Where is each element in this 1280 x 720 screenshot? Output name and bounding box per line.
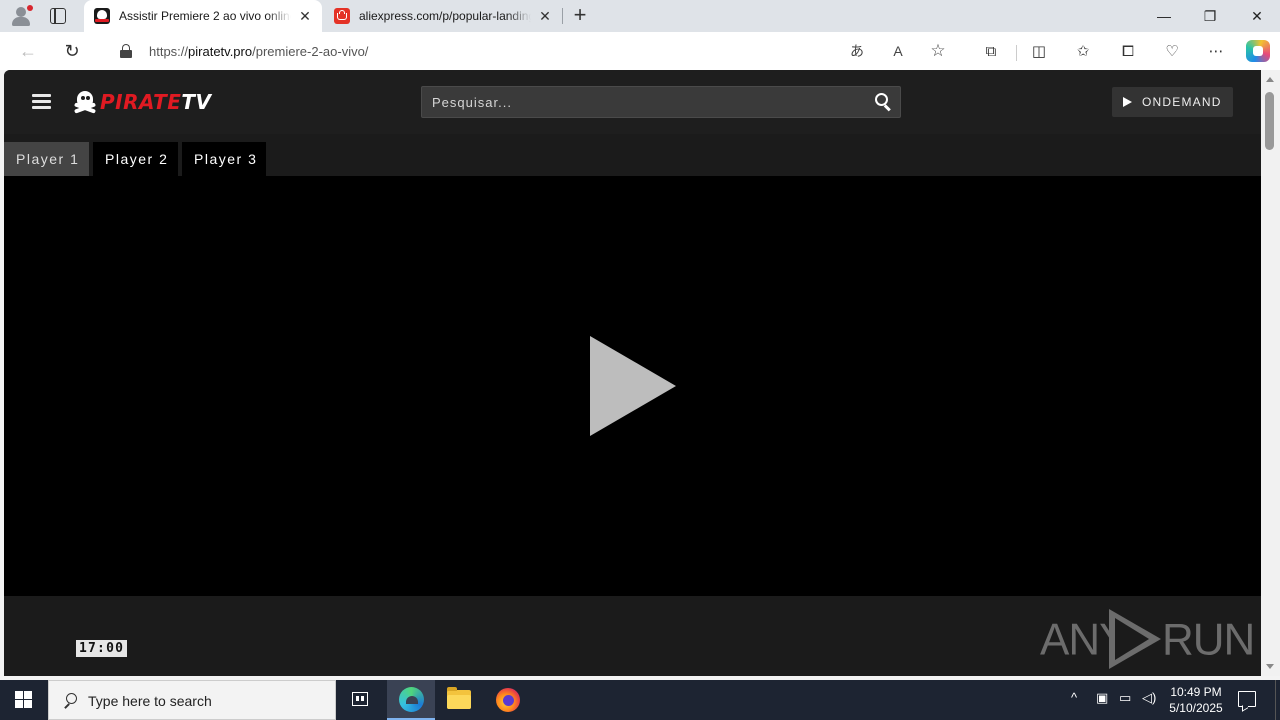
- tab-title: Assistir Premiere 2 ao vivo online: [119, 9, 291, 23]
- ondemand-button[interactable]: ONDEMAND: [1112, 87, 1233, 117]
- volume-icon[interactable]: ◁): [1142, 690, 1156, 706]
- url-scheme: https://: [149, 44, 189, 59]
- window-close-icon[interactable]: ✕: [1234, 0, 1280, 32]
- address-url[interactable]: https://piratetv.pro/premiere-2-ao-vivo/: [149, 44, 368, 59]
- taskbar-edge[interactable]: [387, 680, 435, 720]
- logo-text: PIRATETV: [100, 90, 212, 114]
- ondemand-label: ONDEMAND: [1142, 95, 1222, 109]
- taskbar-firefox[interactable]: [484, 680, 532, 720]
- watermark-run: RUN: [1162, 614, 1255, 665]
- favorite-star-icon[interactable]: ☆: [928, 41, 948, 61]
- profile-avatar-icon[interactable]: [10, 5, 33, 27]
- windows-taskbar: Type here to search ^ ▣ ▭ ◁) 10:49 PM 5/…: [0, 680, 1280, 720]
- restore-icon[interactable]: ❐: [1187, 0, 1233, 32]
- new-tab-icon[interactable]: +: [570, 4, 590, 27]
- logo-text-pirate: PIRATE: [100, 90, 182, 114]
- url-path: /premiere-2-ao-vivo/: [252, 44, 369, 59]
- minimize-icon[interactable]: —: [1141, 0, 1187, 32]
- windows-start-icon[interactable]: [0, 680, 48, 720]
- tab-actions-icon[interactable]: [50, 8, 66, 24]
- tab-title: aliexpress.com/p/popular-landing: [359, 9, 531, 23]
- clock-date: 5/10/2025: [1169, 701, 1223, 715]
- browser-toolbar: ← ↻ https://piratetv.pro/premiere-2-ao-v…: [0, 32, 1280, 70]
- tab-close-icon[interactable]: ✕: [536, 7, 554, 25]
- scroll-up-icon[interactable]: [1266, 77, 1274, 82]
- task-view-icon: [352, 692, 368, 706]
- collections-icon[interactable]: ⧠: [1117, 41, 1139, 63]
- task-view-button[interactable]: [336, 680, 384, 720]
- browser-tab-strip: Assistir Premiere 2 ao vivo online ✕ ali…: [0, 0, 1280, 32]
- site-search: [421, 86, 901, 118]
- menu-icon[interactable]: [32, 94, 51, 109]
- web-page: PIRATETV ONDEMAND Player 1 Player 2 Play…: [4, 70, 1261, 676]
- piratetv-favicon-icon: [94, 8, 110, 24]
- read-aloud-icon[interactable]: A: [888, 41, 908, 61]
- page-scrollbar[interactable]: [1261, 70, 1280, 676]
- edge-icon: [399, 687, 424, 712]
- extensions-icon[interactable]: ⧉: [980, 41, 1002, 63]
- video-footer: 17:00 ANY RUN: [4, 596, 1261, 676]
- tab-close-icon[interactable]: ✕: [296, 7, 314, 25]
- site-header: PIRATETV ONDEMAND: [4, 70, 1261, 134]
- anyrun-watermark-logo: ANY RUN: [1038, 609, 1255, 669]
- tab-aliexpress[interactable]: aliexpress.com/p/popular-landing ✕: [324, 0, 562, 32]
- firefox-icon: [496, 688, 520, 712]
- lock-icon[interactable]: [120, 44, 132, 58]
- device-icon[interactable]: ▣: [1096, 690, 1108, 706]
- split-screen-icon[interactable]: ◫: [1028, 41, 1050, 63]
- notifications-icon[interactable]: [1238, 691, 1256, 707]
- play-icon: [1123, 97, 1132, 107]
- video-time-badge: 17:00: [76, 640, 128, 657]
- skull-icon: [73, 90, 97, 114]
- folder-icon: [447, 687, 471, 709]
- taskbar-file-explorer[interactable]: [435, 680, 483, 720]
- video-player[interactable]: [4, 176, 1261, 596]
- scrollbar-thumb[interactable]: [1265, 92, 1274, 150]
- tab-piratetv[interactable]: Assistir Premiere 2 ao vivo online ✕: [84, 0, 322, 32]
- aliexpress-favicon-icon: [334, 8, 350, 24]
- play-button-icon[interactable]: [590, 336, 676, 436]
- translate-icon[interactable]: あ: [847, 41, 867, 61]
- show-desktop-button[interactable]: [1275, 680, 1276, 720]
- copilot-icon[interactable]: [1246, 40, 1270, 62]
- anyrun-play-icon: [1109, 609, 1161, 669]
- refresh-icon[interactable]: ↻: [59, 38, 85, 64]
- scroll-down-icon[interactable]: [1266, 664, 1274, 669]
- search-icon[interactable]: [875, 93, 893, 112]
- network-icon[interactable]: ▭: [1119, 690, 1131, 706]
- address-bar[interactable]: https://piratetv.pro/premiere-2-ao-vivo/…: [102, 36, 962, 66]
- url-host: piratetv.pro: [188, 44, 253, 59]
- performance-icon[interactable]: ♡: [1161, 41, 1183, 63]
- taskbar-search[interactable]: Type here to search: [48, 680, 336, 720]
- more-icon[interactable]: ⋯: [1205, 41, 1227, 63]
- clock-time: 10:49 PM: [1170, 685, 1222, 699]
- search-icon: [63, 693, 77, 709]
- tab-separator: [562, 8, 563, 24]
- tab-player-2[interactable]: Player 2: [93, 142, 178, 176]
- back-arrow-icon[interactable]: ←: [15, 38, 41, 64]
- toolbar-separator: [1016, 45, 1017, 61]
- taskbar-clock[interactable]: 10:49 PM 5/10/2025: [1166, 684, 1226, 716]
- favorites-icon[interactable]: ✩: [1072, 41, 1094, 63]
- tab-player-3[interactable]: Player 3: [182, 142, 266, 176]
- logo-text-tv: TV: [181, 90, 212, 114]
- chevron-up-icon[interactable]: ^: [1071, 690, 1077, 705]
- taskbar-search-placeholder: Type here to search: [88, 693, 212, 709]
- tab-player-1[interactable]: Player 1: [4, 142, 89, 176]
- search-input[interactable]: [422, 87, 862, 117]
